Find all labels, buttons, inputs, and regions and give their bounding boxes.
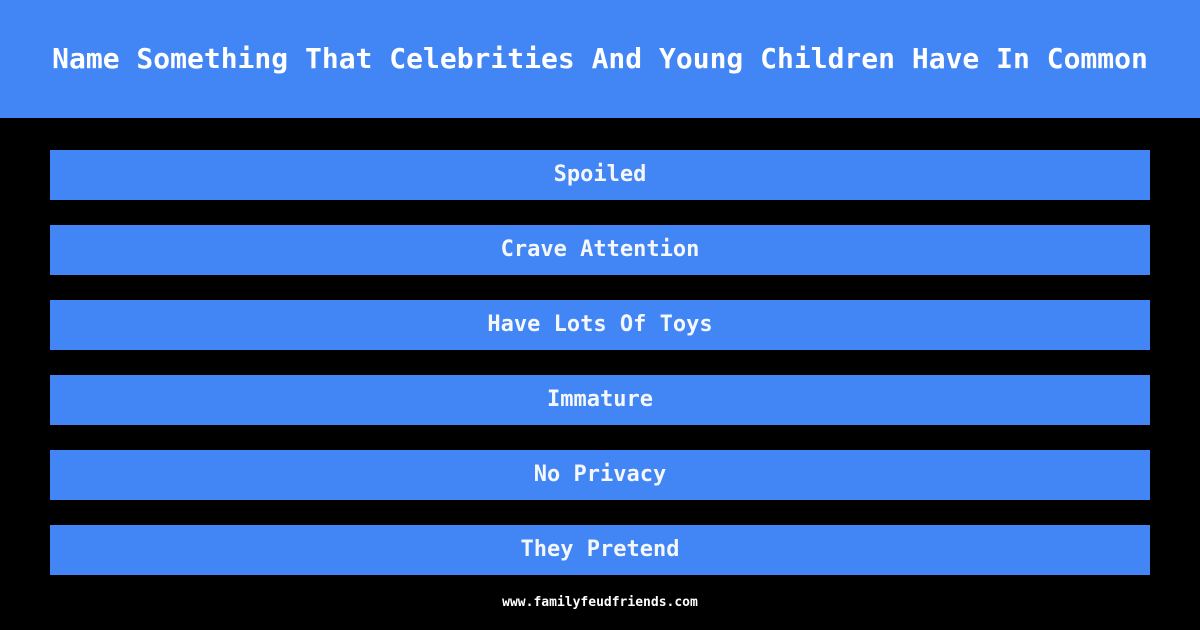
answer-label: Immature xyxy=(547,387,653,412)
answer-card: Name Something That Celebrities And Youn… xyxy=(0,0,1200,630)
answer-row[interactable]: They Pretend xyxy=(50,525,1150,575)
answer-row[interactable]: Crave Attention xyxy=(50,225,1150,275)
answer-label: Crave Attention xyxy=(500,237,700,262)
answer-label: They Pretend xyxy=(520,537,680,562)
answer-row[interactable]: No Privacy xyxy=(50,450,1150,500)
website-url[interactable]: www.familyfeudfriends.com xyxy=(502,595,698,610)
answers-list: Spoiled Crave Attention Have Lots Of Toy… xyxy=(0,150,1200,575)
answer-row[interactable]: Immature xyxy=(50,375,1150,425)
answer-label: No Privacy xyxy=(533,462,667,487)
answer-label: Spoiled xyxy=(553,162,647,187)
answer-row[interactable]: Spoiled xyxy=(50,150,1150,200)
question-header: Name Something That Celebrities And Youn… xyxy=(0,0,1200,118)
question-title: Name Something That Celebrities And Youn… xyxy=(52,41,1148,75)
answer-row[interactable]: Have Lots Of Toys xyxy=(50,300,1150,350)
footer: www.familyfeudfriends.com xyxy=(0,575,1200,630)
answer-label: Have Lots Of Toys xyxy=(487,312,713,337)
